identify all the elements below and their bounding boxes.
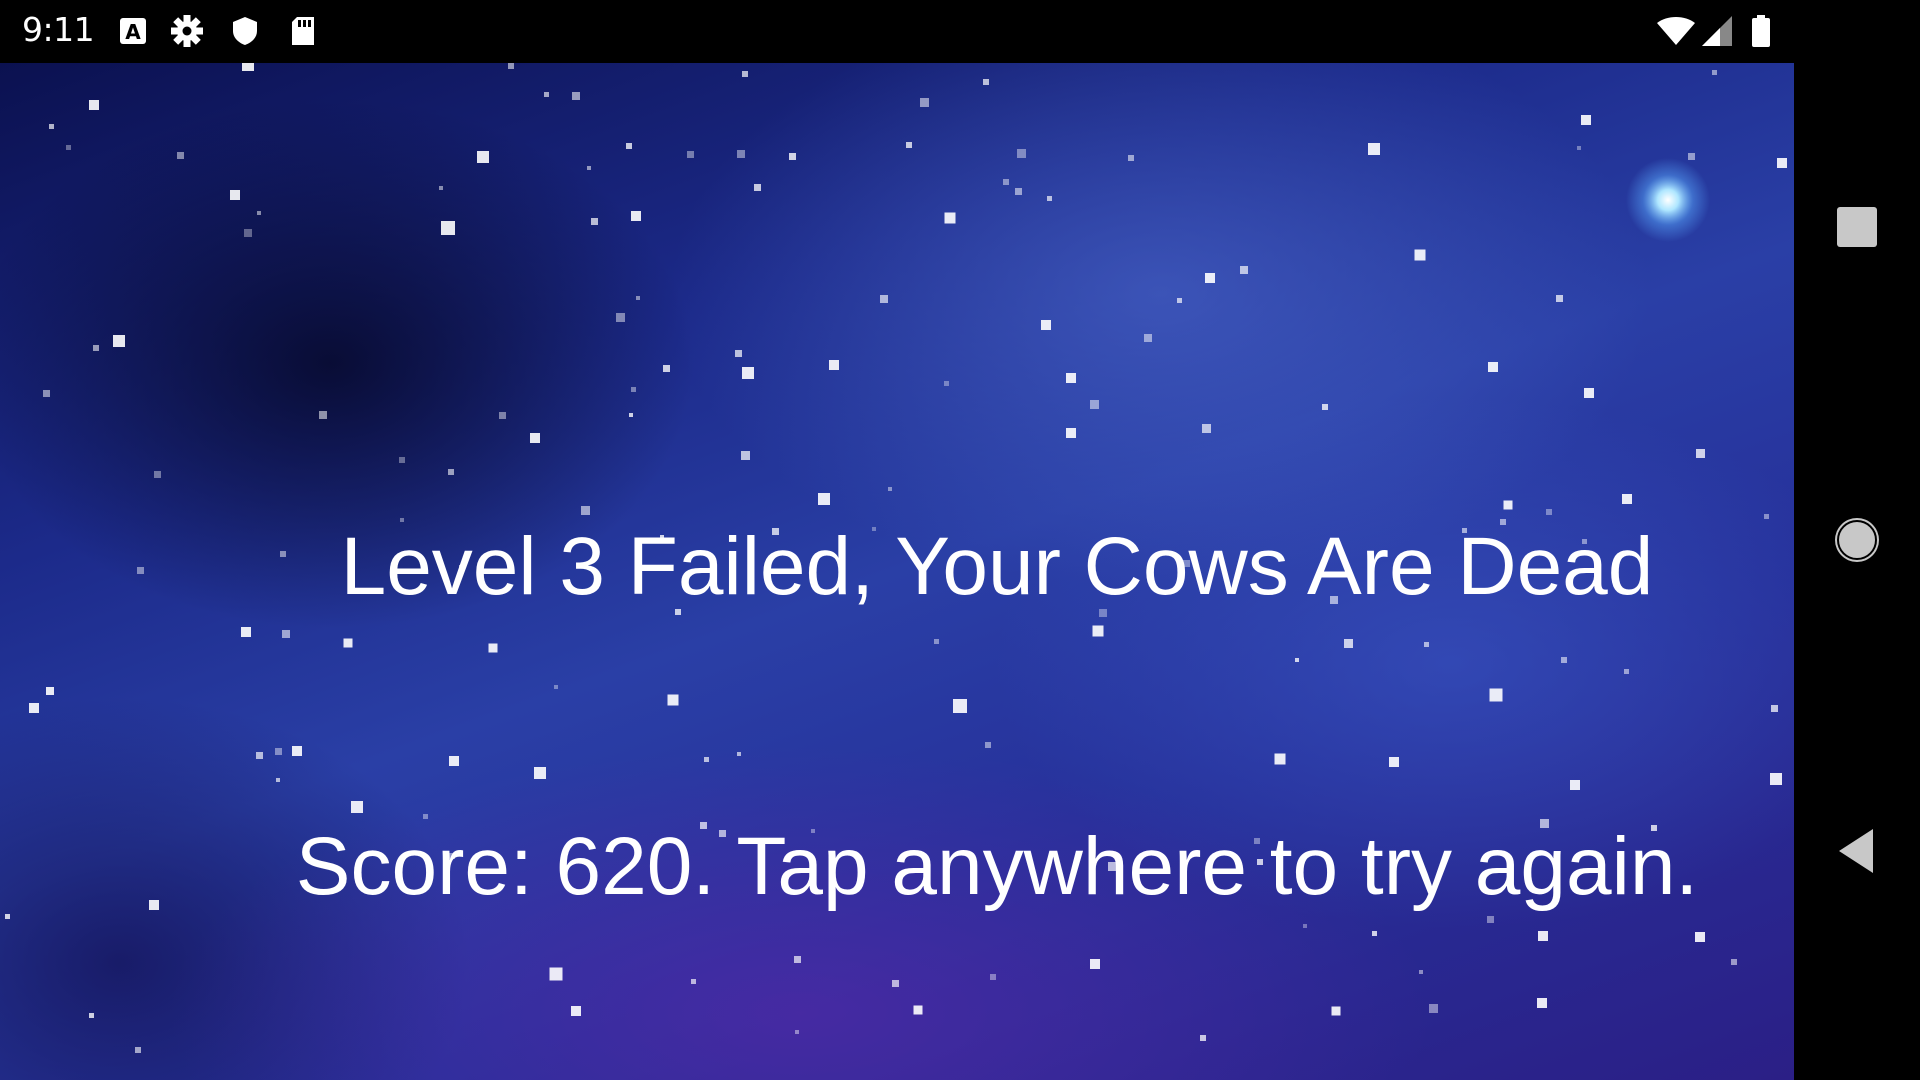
- wifi-icon: [1656, 14, 1696, 48]
- home-circle-icon[interactable]: [1827, 510, 1887, 570]
- navigation-bar: [1794, 0, 1920, 1080]
- sd-card-icon: [286, 14, 320, 48]
- battery-icon: [1750, 14, 1772, 48]
- font-a-icon: A: [116, 14, 150, 48]
- back-triangle-icon[interactable]: [1827, 821, 1887, 881]
- game-canvas[interactable]: Level 3 Failed, Your Cows Are Dead Score…: [0, 63, 1794, 1080]
- score-retry-prompt: Score: 620. Tap anywhere to try again.: [295, 821, 1699, 912]
- status-time: 9:11: [22, 10, 95, 49]
- gear-icon: [170, 14, 204, 48]
- level-failed-message: Level 3 Failed, Your Cows Are Dead: [340, 521, 1654, 612]
- signal-icon: [1700, 14, 1734, 48]
- status-bar: 9:11 A: [0, 0, 1794, 63]
- shield-icon: [228, 14, 262, 48]
- recents-square-icon[interactable]: [1827, 197, 1887, 257]
- svg-text:A: A: [125, 20, 141, 44]
